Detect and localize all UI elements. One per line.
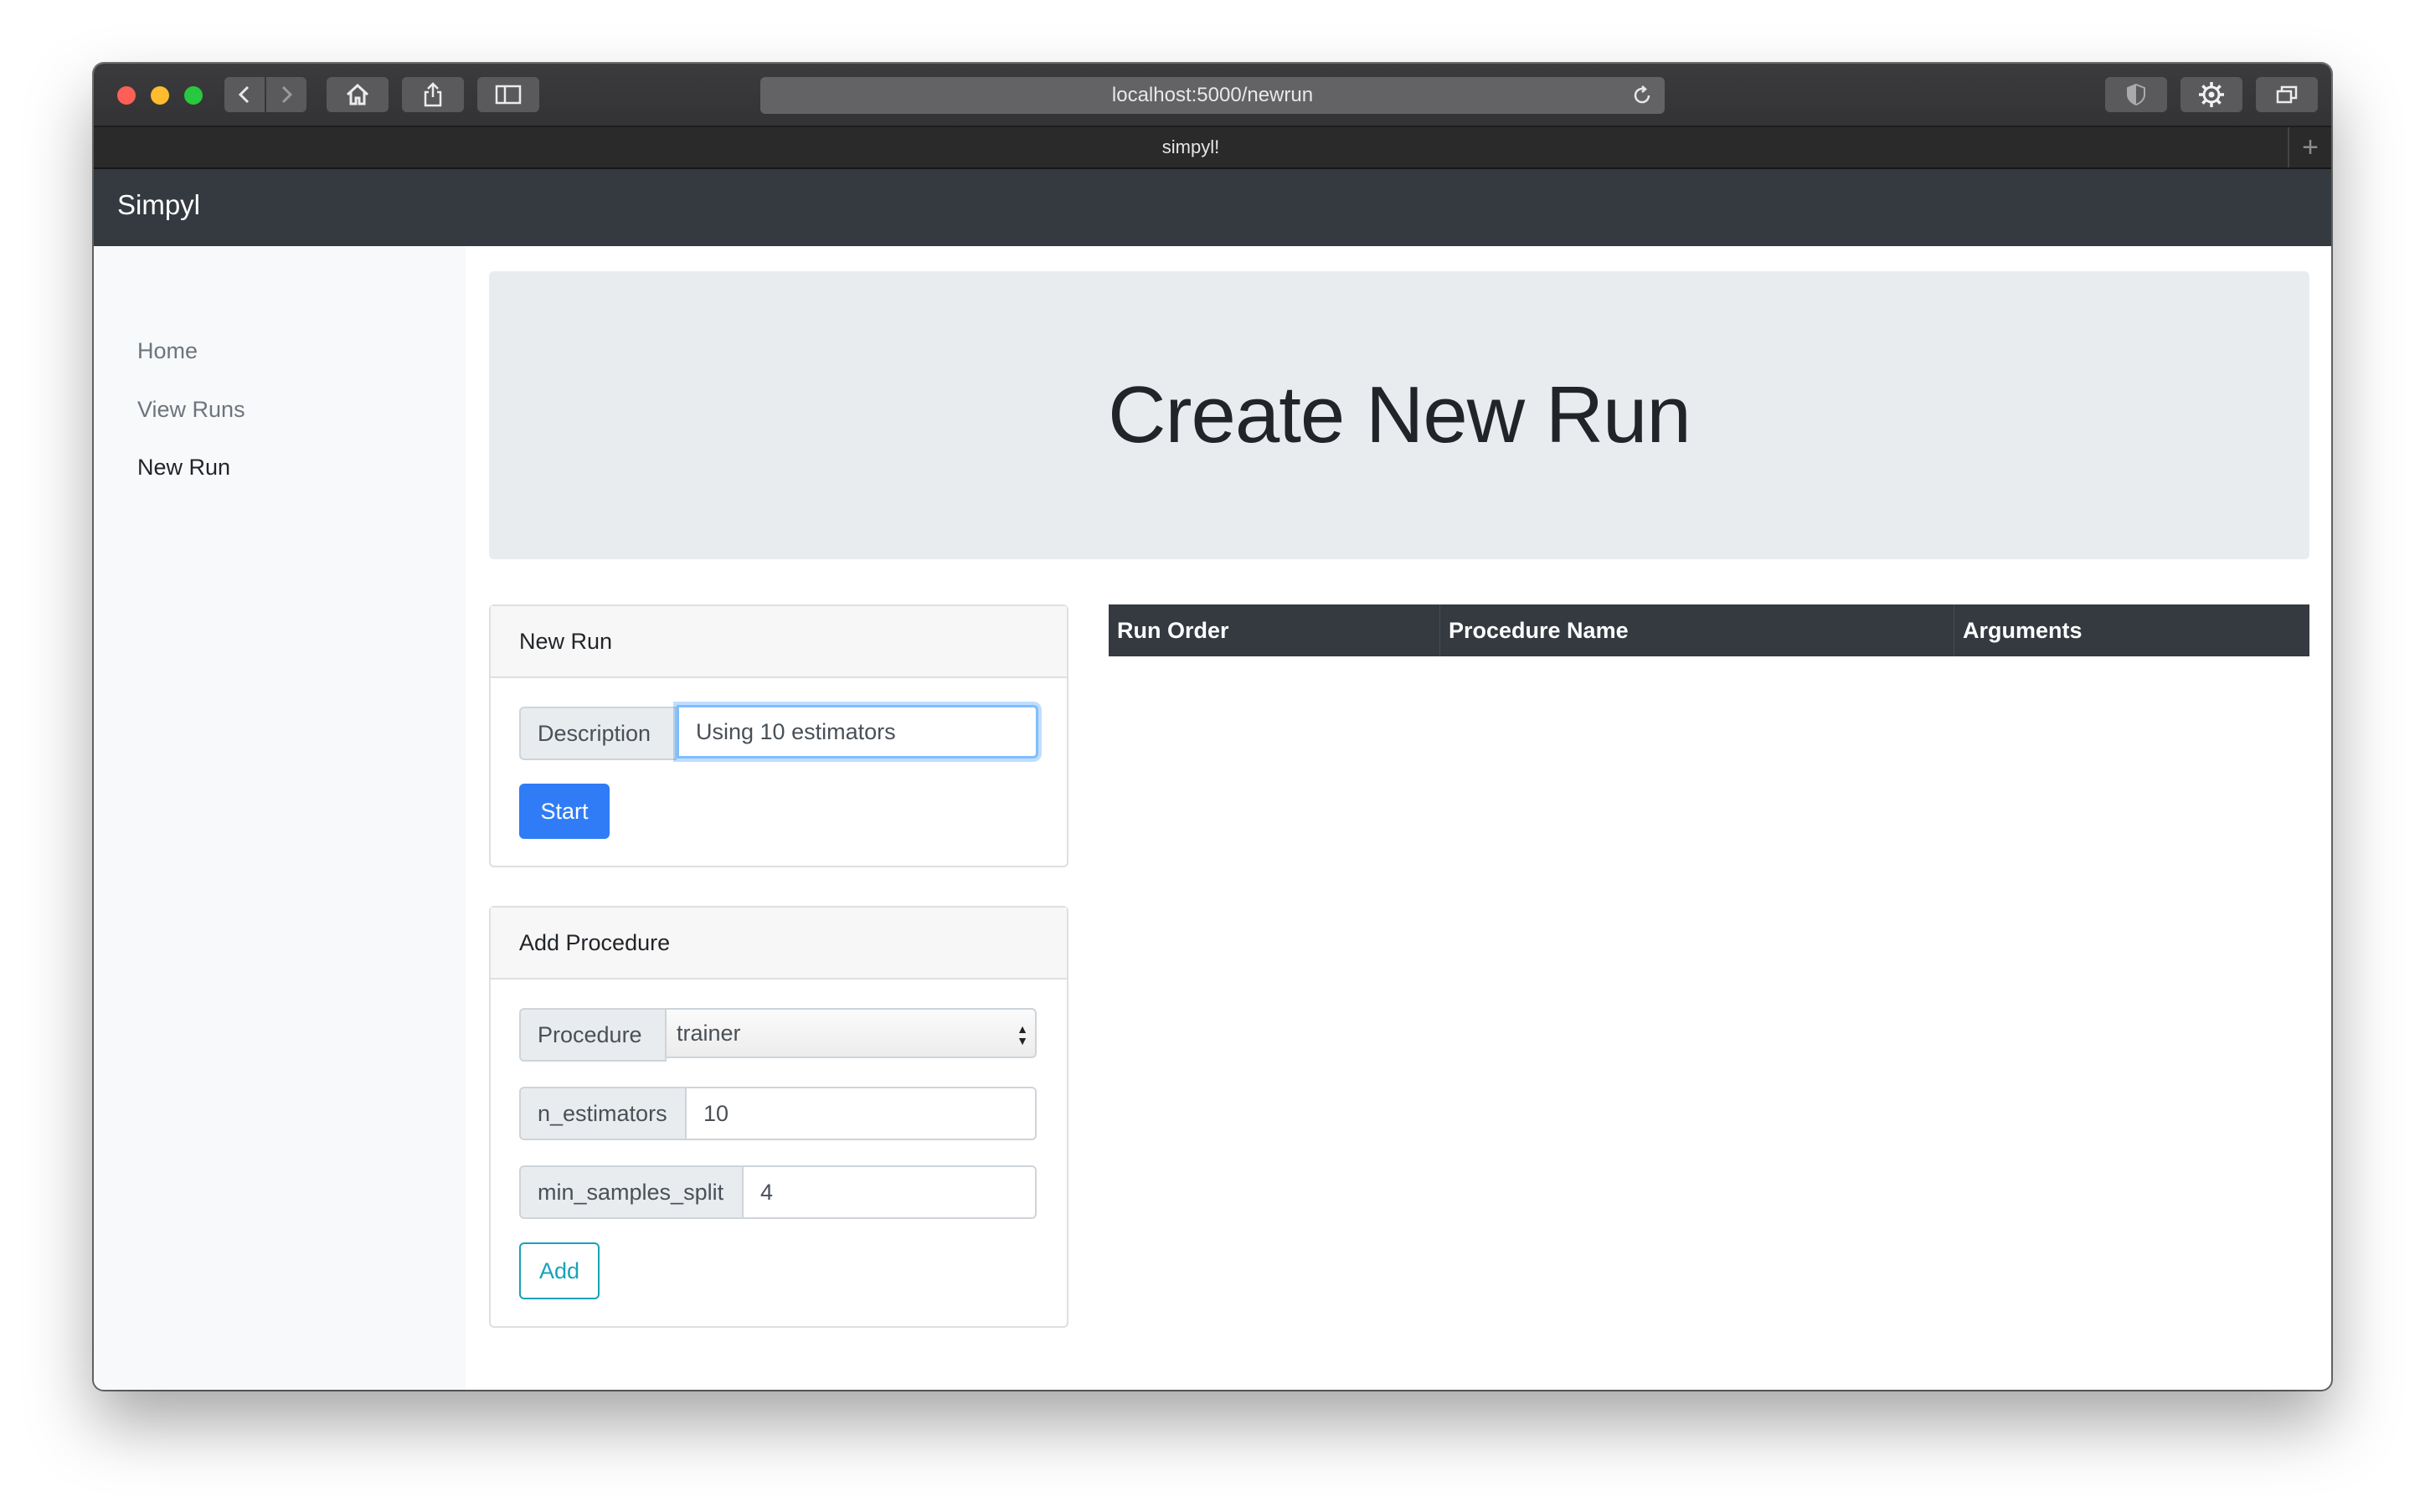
- min-samples-split-label: min_samples_split: [519, 1165, 744, 1219]
- tab-bar: simpyl! +: [94, 127, 2331, 169]
- new-run-card-header: New Run: [491, 606, 1067, 678]
- n-estimators-input[interactable]: 10: [687, 1087, 1037, 1140]
- min-samples-split-input-group: min_samples_split 4: [519, 1165, 1037, 1219]
- description-input[interactable]: Using 10 estimators: [677, 705, 1038, 759]
- page-header: Create New Run: [489, 271, 2309, 559]
- sidebar-item-view-runs[interactable]: View Runs: [137, 397, 245, 423]
- url-text: localhost:5000/newrun: [1111, 84, 1314, 106]
- chevron-left-icon: [238, 85, 250, 104]
- column-header-run-order: Run Order: [1109, 604, 1440, 656]
- browser-window: localhost:5000/newrun simpyl! + Simpyl H…: [94, 64, 2331, 1390]
- procedure-label: Procedure: [519, 1008, 667, 1062]
- gear-icon: [2199, 82, 2224, 107]
- plus-icon: +: [2302, 131, 2319, 163]
- sidebar-item-new-run[interactable]: New Run: [137, 455, 230, 481]
- min-samples-split-input[interactable]: 4: [744, 1165, 1037, 1219]
- back-button[interactable]: [224, 77, 265, 112]
- settings-button[interactable]: [2180, 77, 2242, 112]
- description-label: Description: [519, 707, 677, 760]
- sidebar-icon: [495, 85, 522, 105]
- tab-title: simpyl!: [1161, 136, 1220, 157]
- reload-icon: [1634, 85, 1650, 104]
- n-estimators-input-group: n_estimators 10: [519, 1087, 1037, 1140]
- start-button[interactable]: Start: [519, 784, 610, 839]
- column-header-arguments: Arguments: [1963, 617, 2083, 643]
- sidebar-toggle-button[interactable]: [477, 77, 539, 112]
- tabs-overview-button[interactable]: [2256, 77, 2318, 112]
- sidebar: Home View Runs New Run: [94, 246, 466, 1390]
- app-navbar: Simpyl: [94, 169, 2331, 246]
- procedure-select[interactable]: trainer ▲ ▼: [667, 1008, 1037, 1058]
- address-bar[interactable]: localhost:5000/newrun: [760, 77, 1665, 114]
- procedure-select-value: trainer: [677, 1020, 741, 1046]
- page-title: Create New Run: [1108, 370, 1691, 460]
- forward-button[interactable]: [266, 77, 306, 112]
- shield-icon: [2127, 83, 2145, 106]
- minimize-window-button[interactable]: [151, 86, 169, 105]
- close-window-button[interactable]: [117, 86, 136, 105]
- tab-simpyl[interactable]: simpyl!: [94, 127, 2288, 167]
- share-icon: [424, 82, 442, 107]
- n-estimators-label: n_estimators: [519, 1087, 687, 1140]
- run-table-header: Run Order Procedure Name Arguments: [1109, 604, 2309, 656]
- reload-button[interactable]: [1631, 85, 1653, 112]
- description-input-group: Description Using 10 estimators: [519, 705, 1038, 760]
- privacy-button[interactable]: [2105, 77, 2167, 112]
- chevron-right-icon: [281, 85, 293, 104]
- select-arrows-icon: ▲ ▼: [1017, 1022, 1028, 1047]
- share-button[interactable]: [402, 77, 464, 112]
- tabs-overview-icon: [2276, 85, 2298, 104]
- add-procedure-card: Add Procedure Procedure trainer ▲ ▼ n_est…: [489, 906, 1068, 1328]
- home-button[interactable]: [327, 77, 389, 112]
- add-procedure-card-header: Add Procedure: [491, 908, 1067, 980]
- procedure-input-group: Procedure trainer ▲ ▼: [519, 1008, 1037, 1062]
- home-icon: [346, 83, 369, 105]
- new-run-card: New Run Description Using 10 estimators …: [489, 604, 1068, 867]
- navbar-brand[interactable]: Simpyl: [117, 189, 200, 221]
- browser-toolbar: localhost:5000/newrun: [94, 64, 2331, 127]
- column-header-procedure-name: Procedure Name: [1440, 604, 1954, 656]
- new-tab-button[interactable]: +: [2288, 127, 2331, 167]
- sidebar-item-home[interactable]: Home: [137, 338, 198, 364]
- zoom-window-button[interactable]: [184, 86, 203, 105]
- add-procedure-button[interactable]: Add: [519, 1242, 600, 1299]
